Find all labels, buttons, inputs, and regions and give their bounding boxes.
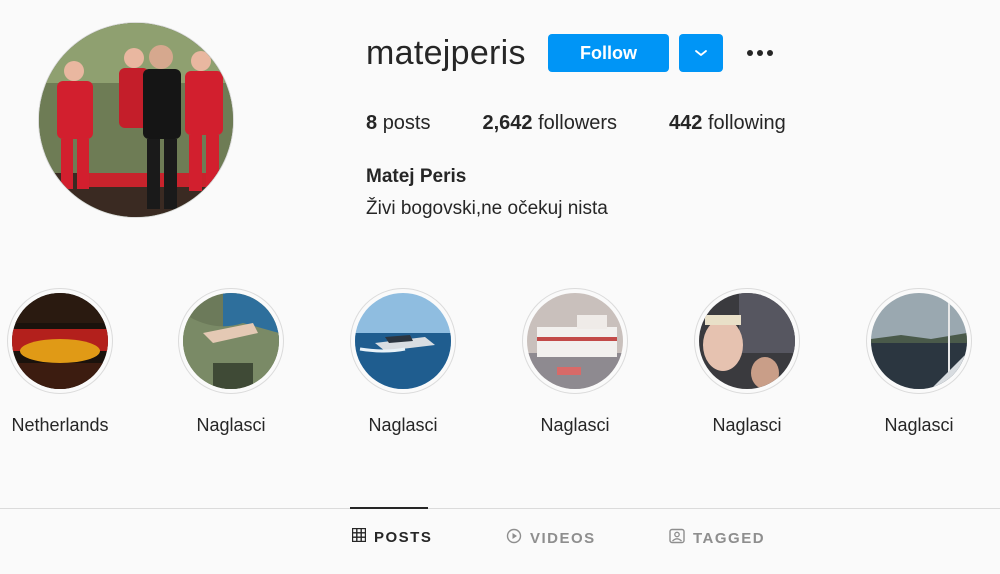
highlight-item[interactable]: Netherlands — [0, 288, 140, 436]
story-highlights: Netherlands Naglasci Naglasci Naglasci N… — [0, 288, 1000, 448]
posts-stat: 8 posts — [366, 112, 431, 135]
highlight-ring — [694, 288, 800, 394]
more-horizontal-icon — [746, 44, 774, 62]
tab-posts-label: POSTS — [374, 528, 433, 546]
play-circle-icon — [506, 528, 530, 548]
highlight-item[interactable]: Naglasci — [323, 288, 483, 436]
highlight-ring — [522, 288, 628, 394]
highlight-ring — [7, 288, 113, 394]
highlight-item[interactable]: Naglasci — [495, 288, 655, 436]
following-stat[interactable]: 442 following — [669, 112, 786, 135]
suggested-dropdown-button[interactable] — [679, 34, 723, 72]
highlight-thumbnail — [527, 293, 623, 389]
highlight-thumbnail — [12, 293, 108, 389]
followers-stat[interactable]: 2,642 followers — [483, 112, 618, 135]
highlight-thumbnail — [871, 293, 967, 389]
highlight-ring — [866, 288, 972, 394]
highlight-thumbnail — [699, 293, 795, 389]
tab-videos-label: VIDEOS — [530, 529, 596, 547]
highlight-label: Naglasci — [884, 415, 954, 435]
posts-count: 8 — [366, 112, 378, 134]
profile-full-name: Matej Peris — [366, 166, 467, 187]
highlight-item[interactable]: Naglasci — [667, 288, 827, 436]
highlight-label: Naglasci — [540, 415, 610, 435]
tab-tagged-label: TAGGED — [693, 529, 766, 547]
chevron-down-icon — [694, 46, 708, 61]
tag-user-icon — [669, 528, 693, 548]
highlight-label: Netherlands — [11, 415, 109, 435]
highlight-label: Naglasci — [712, 415, 782, 435]
profile-avatar[interactable] — [38, 22, 234, 218]
followers-label: followers — [538, 112, 618, 134]
tab-videos[interactable]: VIDEOS — [506, 528, 596, 548]
tabs-divider — [0, 508, 1000, 509]
posts-label: posts — [382, 112, 431, 134]
highlight-ring — [178, 288, 284, 394]
more-options-button[interactable] — [742, 40, 778, 66]
profile-bio: Živi bogovski,ne očekuj nista — [366, 198, 608, 219]
highlight-label: Naglasci — [368, 415, 438, 435]
profile-stats: 8 posts 2,642 followers 442 following — [366, 112, 838, 135]
tab-tagged[interactable]: TAGGED — [669, 528, 765, 548]
grid-icon — [351, 527, 374, 546]
following-label: following — [707, 112, 786, 134]
profile-tabs: POSTS VIDEOS TAGGED — [0, 527, 1000, 558]
tab-posts[interactable]: POSTS — [351, 527, 433, 546]
follow-button[interactable]: Follow — [548, 34, 669, 72]
highlight-item[interactable]: Naglasci — [151, 288, 311, 436]
highlight-item[interactable]: Naglasci — [839, 288, 999, 436]
highlight-label: Naglasci — [196, 415, 266, 435]
highlight-thumbnail — [355, 293, 451, 389]
following-count: 442 — [669, 112, 703, 134]
highlight-thumbnail — [183, 293, 279, 389]
followers-count: 2,642 — [482, 112, 533, 134]
profile-username: matejperis — [366, 34, 526, 72]
active-tab-indicator — [350, 507, 428, 509]
highlight-ring — [350, 288, 456, 394]
